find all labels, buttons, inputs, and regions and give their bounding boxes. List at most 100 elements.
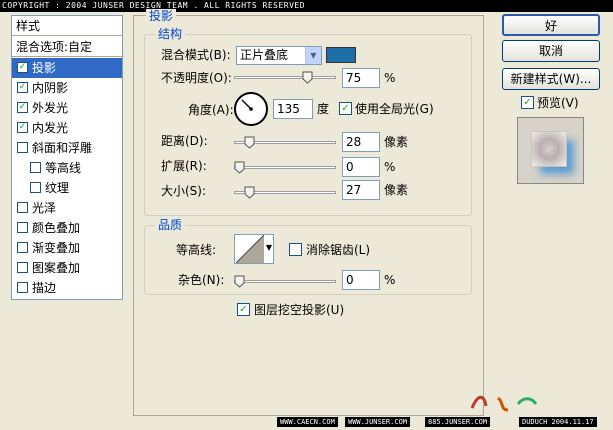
style-item[interactable]: 颜色叠加 xyxy=(12,218,122,238)
style-item-checkbox[interactable] xyxy=(17,262,28,273)
spread-slider[interactable] xyxy=(234,160,336,176)
new-style-button[interactable]: 新建样式(W)... xyxy=(502,68,600,90)
contour-curve-icon xyxy=(236,235,264,263)
styles-header[interactable]: 样式 xyxy=(12,16,122,36)
ok-button[interactable]: 好 xyxy=(502,14,600,36)
style-item-label: 斜面和浮雕 xyxy=(32,141,93,155)
style-item[interactable]: ✓ 内发光 xyxy=(12,118,122,138)
style-item-checkbox[interactable]: ✓ xyxy=(17,102,28,113)
style-item-checkbox[interactable] xyxy=(17,282,28,293)
slider-thumb[interactable] xyxy=(244,186,255,199)
angle-input[interactable]: 135 xyxy=(273,99,313,119)
drop-shadow-title: 投影 xyxy=(146,9,177,23)
spread-input[interactable]: 0 xyxy=(342,157,380,177)
style-item-checkbox[interactable]: ✓ xyxy=(17,82,28,93)
preview-checkbox[interactable]: ✓ xyxy=(521,96,534,109)
slider-thumb[interactable] xyxy=(302,71,313,84)
style-item[interactable]: ✓ 内阴影 xyxy=(12,78,122,98)
preview-label: 预览(V) xyxy=(537,96,579,110)
style-item-label: 描边 xyxy=(32,281,57,295)
style-item[interactable]: 渐变叠加 xyxy=(12,238,122,258)
footer-site-junser: WWW.JUNSER.COM xyxy=(345,417,411,427)
spread-label: 扩展(R): xyxy=(161,159,207,173)
style-item[interactable]: 光泽 xyxy=(12,198,122,218)
opacity-unit: % xyxy=(384,71,396,85)
style-item-checkbox[interactable] xyxy=(30,182,41,193)
style-item-label: 颜色叠加 xyxy=(32,221,81,235)
angle-label: 角度(A): xyxy=(188,103,234,117)
footer-site-caecn: WWW.CAECN.COM xyxy=(277,417,338,427)
style-item-label: 内阴影 xyxy=(32,81,69,95)
contour-label: 等高线: xyxy=(176,243,217,257)
style-item-label: 投影 xyxy=(32,61,57,75)
knockout-label: 图层挖空投影(U) xyxy=(254,303,345,317)
style-item-label: 等高线 xyxy=(45,161,82,175)
styles-list: 样式 混合选项:自定 ✓ 投影 ✓ 内阴影 ✓ 外发光 ✓ 内发光斜面和浮雕等高线纹理光泽颜色… xyxy=(11,15,123,300)
distance-slider[interactable] xyxy=(234,135,336,151)
slider-thumb[interactable] xyxy=(234,275,245,288)
style-item-checkbox[interactable]: ✓ xyxy=(17,62,28,73)
style-item-checkbox[interactable] xyxy=(17,242,28,253)
opacity-label: 不透明度(O): xyxy=(161,71,232,85)
blending-options-label: 混合选项:自定 xyxy=(16,40,93,54)
noise-label: 杂色(N): xyxy=(178,273,225,287)
style-item[interactable]: 图案叠加 xyxy=(12,258,122,278)
style-item-checkbox[interactable] xyxy=(17,142,28,153)
angle-dial[interactable] xyxy=(234,92,268,126)
style-item-checkbox[interactable] xyxy=(17,222,28,233)
global-light-label: 使用全局光(G) xyxy=(355,102,434,116)
contour-picker[interactable]: ▼ xyxy=(234,234,274,264)
style-item-label: 渐变叠加 xyxy=(32,241,81,255)
style-item[interactable]: ✓ 外发光 xyxy=(12,98,122,118)
quality-title: 品质 xyxy=(155,218,186,232)
structure-title: 结构 xyxy=(155,27,186,41)
style-item[interactable]: 斜面和浮雕 xyxy=(12,138,122,158)
style-item-checkbox[interactable]: ✓ xyxy=(17,122,28,133)
knockout-checkbox[interactable]: ✓ xyxy=(237,303,250,316)
cancel-button[interactable]: 取消 xyxy=(502,40,600,62)
style-item[interactable]: 描边 xyxy=(12,278,122,298)
style-item[interactable]: ✓ 投影 xyxy=(12,58,122,78)
angle-unit: 度 xyxy=(317,102,330,116)
preview-swatch xyxy=(531,131,567,167)
style-item-label: 光泽 xyxy=(32,201,57,215)
slider-thumb[interactable] xyxy=(234,161,245,174)
style-preview xyxy=(517,117,584,184)
styles-header-label: 样式 xyxy=(16,19,41,33)
chevron-down-icon: ▼ xyxy=(265,243,272,252)
style-item-checkbox[interactable] xyxy=(17,202,28,213)
blend-mode-select[interactable]: 正片叠底 ▼ xyxy=(236,46,322,65)
style-item[interactable]: 等高线 xyxy=(12,158,122,178)
global-light-checkbox[interactable]: ✓ xyxy=(339,102,352,115)
noise-input[interactable]: 0 xyxy=(342,270,380,290)
style-item-label: 内发光 xyxy=(32,121,69,135)
size-input[interactable]: 27 xyxy=(342,180,380,200)
opacity-input[interactable]: 75 xyxy=(342,68,380,88)
noise-unit: % xyxy=(384,273,396,287)
noise-slider[interactable] xyxy=(234,274,336,290)
style-item[interactable]: 纹理 xyxy=(12,178,122,198)
blending-options-item[interactable]: 混合选项:自定 xyxy=(12,37,122,57)
footer-site-885: 885.JUNSER.COM xyxy=(425,417,491,427)
copyright-banner: COPYRIGHT : 2004 JUNSER DESIGN TEAM . AL… xyxy=(0,0,613,12)
spread-unit: % xyxy=(384,160,396,174)
slider-track xyxy=(234,76,336,79)
distance-unit: 像素 xyxy=(384,135,409,149)
style-item-label: 图案叠加 xyxy=(32,261,81,275)
anti-alias-checkbox[interactable] xyxy=(289,243,302,256)
size-slider[interactable] xyxy=(234,185,336,201)
style-item-checkbox[interactable] xyxy=(30,162,41,173)
distance-label: 距离(D): xyxy=(161,134,208,148)
slider-track xyxy=(234,166,336,169)
shadow-color-swatch[interactable] xyxy=(326,47,356,63)
anti-alias-label: 消除锯齿(L) xyxy=(306,243,371,257)
opacity-slider[interactable] xyxy=(234,70,336,86)
blend-mode-value: 正片叠底 xyxy=(240,48,289,62)
style-item-label: 外发光 xyxy=(32,101,69,115)
decorative-squiggle-icon xyxy=(470,395,538,412)
slider-thumb[interactable] xyxy=(244,136,255,149)
blend-mode-label: 混合模式(B): xyxy=(161,48,231,62)
size-unit: 像素 xyxy=(384,183,409,197)
angle-needle-icon xyxy=(241,99,253,111)
distance-input[interactable]: 28 xyxy=(342,132,380,152)
